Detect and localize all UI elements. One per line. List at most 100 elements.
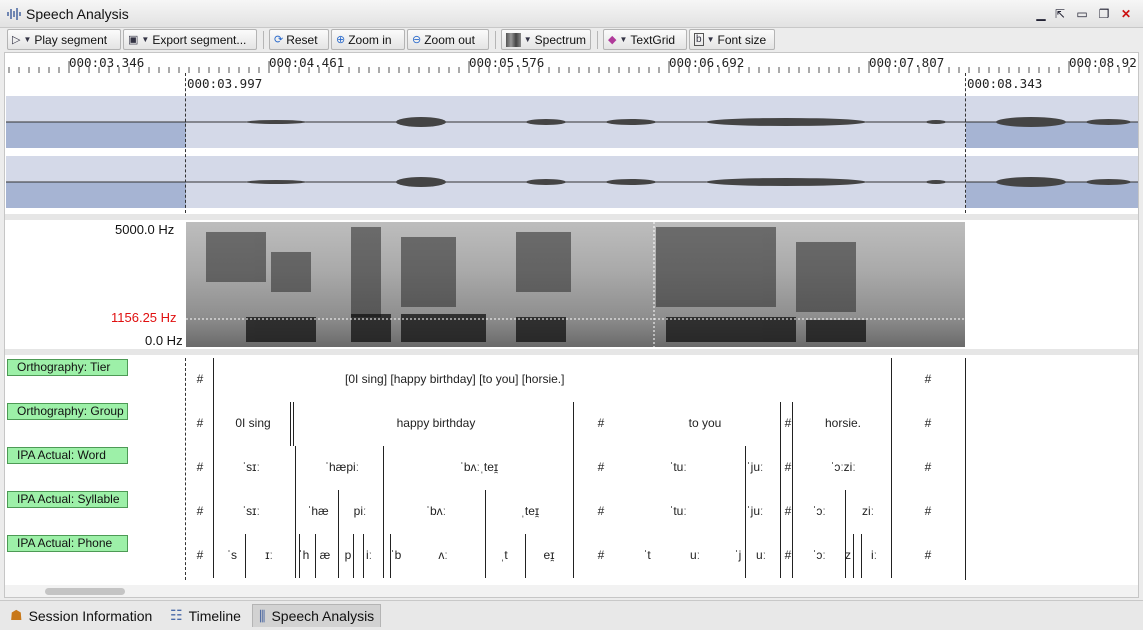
reset-label: Reset: [286, 32, 318, 47]
toolbar-separator: [495, 31, 496, 49]
external-window-icon[interactable]: ⇱: [1053, 7, 1067, 21]
save-icon: ▣: [128, 34, 139, 46]
spectrogram-view[interactable]: [186, 222, 965, 347]
zoom-out-label: Zoom out: [424, 32, 475, 47]
spectrum-button[interactable]: ▼ Spectrum: [501, 29, 591, 50]
tab-label: Timeline: [188, 607, 241, 624]
speech-analysis-panel: 000:03.346 000:04.461 000:05.576 000:06.…: [4, 52, 1139, 598]
waveform-channel-2[interactable]: [6, 156, 1138, 208]
time-tick-label: 000:07.807: [869, 55, 945, 70]
textgrid-icon: ◆: [608, 34, 617, 46]
dropdown-arrow-icon: ▼: [706, 35, 715, 44]
horizontal-scrollbar[interactable]: [5, 585, 1138, 597]
spectrogram-icon: [506, 32, 521, 47]
panel-divider[interactable]: [5, 349, 1138, 355]
minimize-icon[interactable]: ▁: [1034, 7, 1048, 21]
tier-interval[interactable]: #: [828, 504, 1028, 518]
tier-interval[interactable]: #: [828, 416, 1028, 430]
spectrogram-min-frequency: 0.0 Hz: [145, 333, 183, 348]
zoom-out-button[interactable]: ⊖ Zoom out: [407, 29, 489, 50]
tab-label: Speech Analysis: [271, 608, 375, 624]
zoom-in-button[interactable]: ⊕ Zoom in: [331, 29, 405, 50]
tier-grid: # [0I sing] [happy birthday] [to you] [ho…: [5, 358, 1138, 580]
waveform-segment: [396, 177, 446, 187]
waveform-segment: [526, 119, 566, 125]
tab-timeline[interactable]: ☷ Timeline: [164, 604, 247, 627]
export-segment-button[interactable]: ▣ ▼ Export segment...: [123, 29, 257, 50]
toolbar-separator: [597, 31, 598, 49]
waveform-segment: [926, 120, 946, 124]
waveform-segment: [246, 120, 306, 124]
spectrogram-cursor-frequency: 1156.25 Hz: [111, 310, 177, 325]
waveform-segment: [926, 180, 946, 184]
dropdown-arrow-icon: ▼: [141, 35, 150, 44]
panel-divider[interactable]: [5, 214, 1138, 220]
dropdown-arrow-icon: ▼: [523, 35, 532, 44]
waveform-segment: [526, 179, 566, 185]
waveform-segment: [706, 178, 866, 186]
tab-speech-analysis[interactable]: ⫼ Speech Analysis: [252, 604, 382, 627]
tier-interval[interactable]: #: [100, 372, 300, 386]
spectrum-label: Spectrum: [534, 32, 586, 47]
toolbar: ▷ ▼ Play segment ▣ ▼ Export segment... ⟳ R…: [4, 28, 1139, 52]
reset-button[interactable]: ⟳ Reset: [269, 29, 329, 50]
window-title-bar: Speech Analysis ▁ ⇱ ▭ ❐ ✕: [0, 0, 1143, 28]
spectrogram-image: [186, 222, 965, 347]
textgrid-label: TextGrid: [630, 32, 676, 47]
play-segment-button[interactable]: ▷ ▼ Play segment: [7, 29, 121, 50]
waveform-segment: [396, 117, 446, 127]
waveform-segment: [606, 179, 656, 185]
waveform-icon: [7, 8, 21, 20]
session-icon: ☗: [10, 607, 23, 623]
toolbar-separator: [263, 31, 264, 49]
time-tick-label: 000:05.576: [469, 55, 545, 70]
tab-session-information[interactable]: ☗ Session Information: [4, 604, 158, 627]
zoom-in-label: Zoom in: [348, 32, 392, 47]
export-segment-label: Export segment...: [152, 32, 247, 47]
window-title: Speech Analysis: [26, 6, 129, 22]
tier-interval[interactable]: 0I sing: [153, 416, 353, 430]
restore-icon[interactable]: ❐: [1097, 7, 1111, 21]
refresh-icon: ⟳: [274, 34, 284, 46]
time-tick-label: 000:04.461: [269, 55, 345, 70]
tier-interval[interactable]: #: [828, 548, 1028, 562]
font-size-button[interactable]: b ▼ Font size: [689, 29, 775, 50]
tier-interval[interactable]: #: [828, 372, 1028, 386]
selection-start-time: 000:03.997: [187, 76, 263, 91]
waveform-segment: [996, 117, 1066, 127]
scrollbar-thumb[interactable]: [45, 588, 125, 595]
dropdown-arrow-icon: ▼: [23, 35, 32, 44]
textgrid-button[interactable]: ◆ ▼ TextGrid: [603, 29, 687, 50]
zoom-in-icon: ⊕: [336, 34, 346, 46]
timeline-icon: ☷: [170, 607, 183, 623]
waveform-trace: [6, 117, 1138, 127]
time-tick-label: 000:03.346: [69, 55, 145, 70]
waveform-icon: ⫼: [259, 607, 266, 624]
waveform-channel-1[interactable]: [6, 96, 1138, 148]
selection-end-marker[interactable]: [965, 73, 966, 213]
waveform-segment: [606, 119, 656, 125]
selection-end-time: 000:08.343: [967, 76, 1043, 91]
time-tick-label: 000:06.692: [669, 55, 745, 70]
tab-label: Session Information: [28, 607, 153, 624]
close-icon[interactable]: ✕: [1119, 7, 1133, 21]
selection-start-marker[interactable]: [185, 73, 186, 213]
maximize-icon[interactable]: ▭: [1075, 7, 1089, 21]
bottom-tab-bar: ☗ Session Information ☷ Timeline ⫼ Speec…: [0, 600, 1143, 630]
tier-interval[interactable]: #: [828, 460, 1028, 474]
spectrogram-max-frequency: 5000.0 Hz: [115, 222, 175, 237]
waveform-trace: [6, 177, 1138, 187]
time-tick-label: 000:08.92: [1069, 55, 1137, 70]
play-icon: ▷: [12, 34, 21, 46]
dropdown-arrow-icon: ▼: [619, 35, 628, 44]
font-size-icon: b: [694, 33, 704, 46]
play-segment-label: Play segment: [34, 32, 108, 47]
waveform-segment: [706, 118, 866, 126]
waveform-segment: [1086, 119, 1131, 125]
font-size-label: Font size: [717, 32, 767, 47]
waveform-segment: [1086, 179, 1131, 185]
tier-interval[interactable]: [0I sing] [happy birthday] [to you] [hor…: [345, 372, 564, 386]
waveform-segment: [996, 177, 1066, 187]
zoom-out-icon: ⊖: [412, 34, 422, 46]
waveform-segment: [246, 180, 306, 184]
